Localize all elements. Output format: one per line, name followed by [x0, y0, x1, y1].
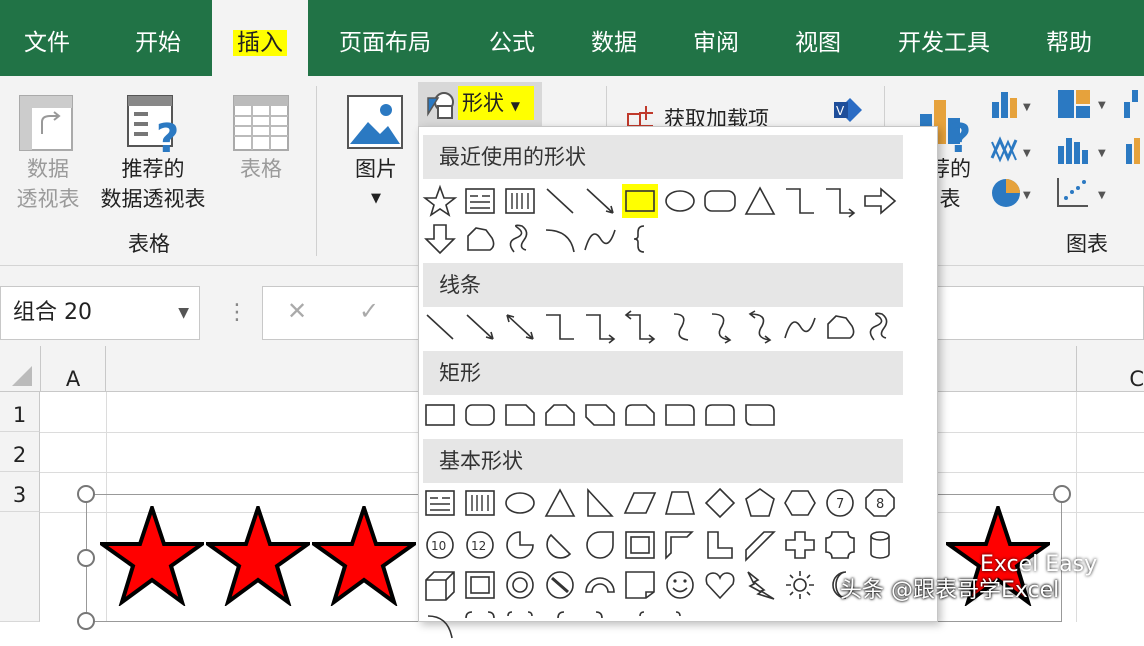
- group-label-tables: 表格: [128, 232, 170, 256]
- tab-review[interactable]: 审阅: [674, 0, 758, 76]
- col-gridline: [1076, 392, 1077, 622]
- select-all-icon[interactable]: [10, 364, 34, 388]
- svg-text:?: ?: [156, 116, 179, 156]
- row-header-4[interactable]: [0, 512, 40, 622]
- section-basic-shapes: 基本形状: [423, 439, 903, 483]
- svg-text:V: V: [836, 104, 845, 118]
- tab-file[interactable]: 文件: [0, 0, 94, 76]
- pivot-table-button[interactable]: 数据 透视表: [10, 90, 84, 220]
- svg-text:▼: ▼: [1023, 190, 1031, 201]
- tab-label: 数据: [591, 30, 637, 56]
- tab-label: 开发工具: [898, 30, 990, 56]
- row-header-3[interactable]: 3: [0, 472, 40, 512]
- picture-icon: [347, 95, 403, 149]
- resize-handle[interactable]: [1053, 485, 1071, 503]
- statistic-chart-icon[interactable]: ▼: [1056, 134, 1112, 166]
- more-options-icon[interactable]: ⋮: [226, 300, 248, 325]
- name-box[interactable]: 组合 20 ▼: [0, 286, 200, 340]
- resize-handle[interactable]: [77, 485, 95, 503]
- table-icon: [233, 95, 289, 151]
- tab-developer[interactable]: 开发工具: [880, 0, 1008, 76]
- dropdown-arrow-icon: ▼: [510, 99, 520, 113]
- tab-view[interactable]: 视图: [776, 0, 860, 76]
- visio-icon[interactable]: V: [832, 94, 864, 126]
- table-button[interactable]: 表格: [226, 90, 296, 220]
- recommended-pivot-icon: ?: [127, 95, 179, 156]
- tab-help[interactable]: 帮助: [1026, 0, 1112, 76]
- shapes-icon: [427, 92, 454, 119]
- picture-button[interactable]: 图片 ▼: [340, 90, 412, 220]
- resize-handle[interactable]: [77, 612, 95, 630]
- column-header-c[interactable]: C: [1076, 346, 1144, 392]
- tab-data[interactable]: 数据: [572, 0, 656, 76]
- scatter-chart-icon[interactable]: ▼: [1056, 176, 1112, 210]
- dropdown-arrow-icon: ▼: [371, 191, 381, 206]
- pivot-label-1: 数据: [27, 157, 69, 181]
- chevron-down-icon[interactable]: ▼: [178, 287, 189, 339]
- section-rectangles: 矩形: [423, 351, 903, 395]
- line-chart-icon[interactable]: ▼: [990, 134, 1036, 166]
- svg-text:▼: ▼: [1023, 148, 1031, 159]
- svg-text:▼: ▼: [1098, 148, 1106, 159]
- recommended-pivot-label-2: 数据透视表: [100, 187, 206, 211]
- tab-label: 视图: [795, 30, 841, 56]
- enter-icon[interactable]: ✓: [359, 297, 379, 325]
- pie-chart-icon[interactable]: ▼: [990, 176, 1036, 210]
- row-header-1[interactable]: 1: [0, 392, 40, 432]
- pivot-label-2: 透视表: [16, 187, 80, 211]
- svg-text:▼: ▼: [1098, 190, 1106, 201]
- combo-chart-icon[interactable]: [1124, 134, 1144, 166]
- shapes-label: 形状: [462, 91, 504, 115]
- tab-label: 开始: [135, 30, 181, 56]
- pivot-table-icon: [19, 95, 73, 151]
- table-label: 表格: [240, 157, 282, 181]
- tab-insert[interactable]: 插入: [212, 0, 308, 76]
- ribbon-divider: [316, 86, 317, 256]
- column-header-a[interactable]: A: [40, 346, 106, 392]
- waterfall-chart-icon[interactable]: [1122, 88, 1144, 120]
- tab-page-layout[interactable]: 页面布局: [320, 0, 450, 76]
- watermark: 头条 @跟表哥学Excel: [840, 578, 1060, 603]
- shapes-button[interactable]: 形状 ▼: [418, 82, 542, 126]
- tab-home[interactable]: 开始: [112, 0, 204, 76]
- svg-text:▼: ▼: [1098, 100, 1106, 111]
- resize-handle[interactable]: [77, 549, 95, 567]
- recommended-pivot-button[interactable]: ? 推荐的 数据透视表: [90, 90, 216, 220]
- tab-label: 插入: [233, 30, 287, 56]
- picture-label: 图片: [355, 157, 397, 181]
- tab-label: 审阅: [693, 30, 739, 56]
- section-lines: 线条: [423, 263, 903, 307]
- svg-text:?: ?: [948, 116, 971, 156]
- cancel-icon[interactable]: ✕: [287, 297, 307, 325]
- ribbon-tab-bar: 文件 开始 插入 页面布局 公式 数据 审阅 视图 开发工具 帮助: [0, 0, 1144, 76]
- shapes-label-highlight: 形状 ▼: [458, 86, 534, 120]
- star-shape-3[interactable]: [312, 506, 416, 606]
- star-shape-2[interactable]: [206, 506, 310, 606]
- tab-formulas[interactable]: 公式: [470, 0, 554, 76]
- tab-label: 页面布局: [339, 30, 431, 56]
- group-label-charts: 图表: [1066, 232, 1108, 256]
- tab-label: 公式: [489, 30, 535, 56]
- svg-text:▼: ▼: [1023, 102, 1031, 113]
- tab-label: 文件: [24, 30, 70, 56]
- hierarchy-chart-icon[interactable]: ▼: [1056, 88, 1112, 120]
- section-recent-shapes: 最近使用的形状: [423, 135, 903, 179]
- row-header-2[interactable]: 2: [0, 432, 40, 472]
- star-shape-1[interactable]: [100, 506, 204, 606]
- recommended-pivot-label-1: 推荐的: [121, 157, 185, 181]
- name-box-value: 组合 20: [13, 300, 92, 325]
- shapes-gallery-panel: 最近使用的形状 线条 矩形 基本形状: [418, 126, 938, 622]
- tab-label: 帮助: [1046, 30, 1092, 56]
- column-chart-icon[interactable]: ▼: [990, 90, 1036, 120]
